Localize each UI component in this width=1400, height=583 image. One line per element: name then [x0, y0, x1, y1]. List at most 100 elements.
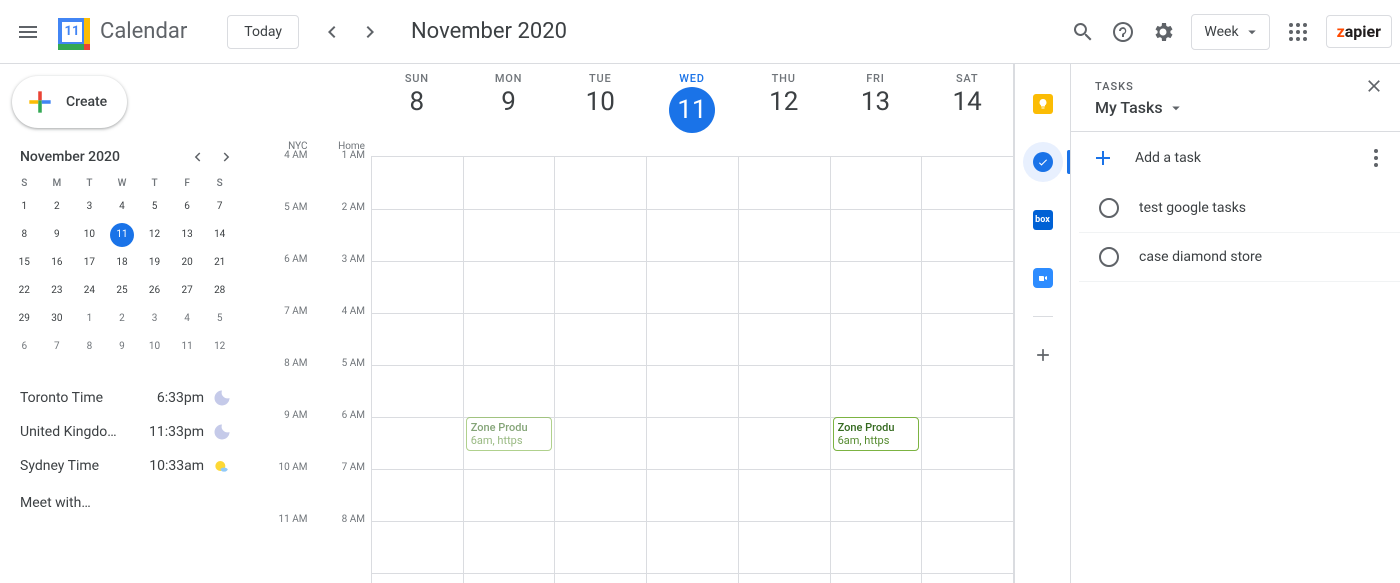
settings-button[interactable]: [1143, 12, 1183, 52]
mini-cal-day[interactable]: 11: [110, 223, 134, 247]
mini-cal-day[interactable]: 9: [110, 335, 134, 359]
prev-period-button[interactable]: [311, 12, 351, 52]
mini-cal-day[interactable]: 10: [143, 335, 167, 359]
day-column[interactable]: [646, 157, 738, 583]
mini-cal-day[interactable]: 2: [45, 195, 69, 219]
mini-cal-day[interactable]: 7: [208, 195, 232, 219]
mini-cal-day[interactable]: 21: [208, 251, 232, 275]
sidebar-app-zoom[interactable]: [1023, 258, 1063, 298]
moon-icon: [212, 388, 232, 408]
help-button[interactable]: [1103, 12, 1143, 52]
world-clock-row[interactable]: United Kingdo… 11:33pm: [8, 415, 236, 449]
mini-cal-day[interactable]: 5: [208, 307, 232, 331]
mini-cal-day[interactable]: 4: [175, 307, 199, 331]
menu-icon: [16, 20, 40, 44]
date-range-title: November 2020: [411, 19, 567, 44]
calendar-icon: 11: [54, 14, 90, 50]
today-button[interactable]: Today: [227, 15, 299, 49]
mini-cal-day[interactable]: 30: [45, 307, 69, 331]
mini-cal-day[interactable]: 3: [143, 307, 167, 331]
day-header[interactable]: THU 12: [738, 64, 830, 156]
day-header[interactable]: WED 11: [646, 64, 738, 156]
day-column[interactable]: Zone Produ6am, https: [463, 157, 555, 583]
day-header[interactable]: FRI 13: [830, 64, 922, 156]
meet-with-section[interactable]: Meet with…: [8, 483, 236, 511]
mini-cal-day[interactable]: 3: [77, 195, 101, 219]
chevron-left-icon: [319, 20, 343, 44]
dropdown-icon: [1243, 23, 1261, 41]
app-logo[interactable]: 11 Calendar: [52, 12, 187, 52]
mini-cal-day[interactable]: 22: [12, 279, 36, 303]
mini-cal-day[interactable]: 8: [12, 223, 36, 247]
mini-cal-day[interactable]: 17: [77, 251, 101, 275]
day-column[interactable]: [554, 157, 646, 583]
world-clock-row[interactable]: Toronto Time 6:33pm: [8, 381, 236, 415]
mini-cal-day[interactable]: 18: [110, 251, 134, 275]
mini-cal-day[interactable]: 16: [45, 251, 69, 275]
mini-cal-day[interactable]: 6: [175, 195, 199, 219]
sidebar-app-box[interactable]: box: [1023, 200, 1063, 240]
mini-cal-day[interactable]: 28: [208, 279, 232, 303]
mini-cal-day[interactable]: 19: [143, 251, 167, 275]
mini-cal-day[interactable]: 6: [12, 335, 36, 359]
mini-cal-day[interactable]: 4: [110, 195, 134, 219]
view-switcher[interactable]: Week: [1191, 14, 1269, 50]
mini-cal-day[interactable]: 26: [143, 279, 167, 303]
moon-icon: [212, 422, 232, 442]
mini-calendar[interactable]: SMTWTFS 12345678910111213141516171819202…: [8, 174, 236, 361]
mini-cal-prev[interactable]: [188, 148, 206, 166]
day-header[interactable]: SAT 14: [921, 64, 1013, 156]
task-checkbox[interactable]: [1099, 247, 1119, 267]
mini-cal-day[interactable]: 20: [175, 251, 199, 275]
day-column[interactable]: [921, 157, 1013, 583]
mini-cal-day[interactable]: 23: [45, 279, 69, 303]
mini-cal-day[interactable]: 29: [12, 307, 36, 331]
add-task-row[interactable]: Add a task: [1071, 132, 1400, 184]
day-header[interactable]: SUN 8: [371, 64, 463, 156]
mini-cal-day[interactable]: 12: [143, 223, 167, 247]
day-column[interactable]: Zone Produ6am, https: [830, 157, 922, 583]
mini-cal-day[interactable]: 1: [12, 195, 36, 219]
world-clock-row[interactable]: Sydney Time 10:33am: [8, 449, 236, 483]
mini-cal-day[interactable]: 15: [12, 251, 36, 275]
calendar-event[interactable]: Zone Produ6am, https: [833, 417, 920, 451]
main-menu-button[interactable]: [8, 12, 48, 52]
mini-cal-day[interactable]: 24: [77, 279, 101, 303]
mini-cal-day[interactable]: 14: [208, 223, 232, 247]
mini-cal-day[interactable]: 1: [77, 307, 101, 331]
mini-cal-day[interactable]: 25: [110, 279, 134, 303]
mini-cal-day[interactable]: 8: [77, 335, 101, 359]
chevron-right-icon: [359, 20, 383, 44]
create-button[interactable]: Create: [12, 76, 127, 128]
mini-cal-day[interactable]: 27: [175, 279, 199, 303]
add-addon-button[interactable]: [1023, 335, 1063, 375]
mini-cal-day[interactable]: 12: [208, 335, 232, 359]
mini-cal-day[interactable]: 13: [175, 223, 199, 247]
mini-cal-title: November 2020: [20, 149, 120, 165]
task-item[interactable]: case diamond store: [1079, 233, 1400, 282]
plus-icon: [1091, 146, 1115, 170]
mini-cal-day[interactable]: 10: [77, 223, 101, 247]
mini-cal-next[interactable]: [218, 148, 236, 166]
mini-cal-day[interactable]: 2: [110, 307, 134, 331]
day-column[interactable]: [738, 157, 830, 583]
close-tasks-button[interactable]: [1364, 76, 1384, 96]
day-column[interactable]: [371, 157, 463, 583]
task-item[interactable]: test google tasks: [1079, 184, 1400, 233]
zapier-button[interactable]: zapier: [1326, 15, 1392, 48]
mini-cal-day[interactable]: 9: [45, 223, 69, 247]
apps-button[interactable]: [1278, 12, 1318, 52]
search-button[interactable]: [1063, 12, 1103, 52]
day-header[interactable]: MON 9: [463, 64, 555, 156]
sidebar-app-keep[interactable]: [1023, 84, 1063, 124]
sidebar-app-tasks[interactable]: [1023, 142, 1063, 182]
mini-cal-day[interactable]: 7: [45, 335, 69, 359]
calendar-event[interactable]: Zone Produ6am, https: [466, 417, 553, 451]
task-list-picker[interactable]: My Tasks: [1095, 98, 1384, 117]
day-header[interactable]: TUE 10: [554, 64, 646, 156]
mini-cal-day[interactable]: 5: [143, 195, 167, 219]
next-period-button[interactable]: [351, 12, 391, 52]
task-checkbox[interactable]: [1099, 198, 1119, 218]
mini-cal-day[interactable]: 11: [175, 335, 199, 359]
more-icon[interactable]: [1364, 146, 1388, 170]
